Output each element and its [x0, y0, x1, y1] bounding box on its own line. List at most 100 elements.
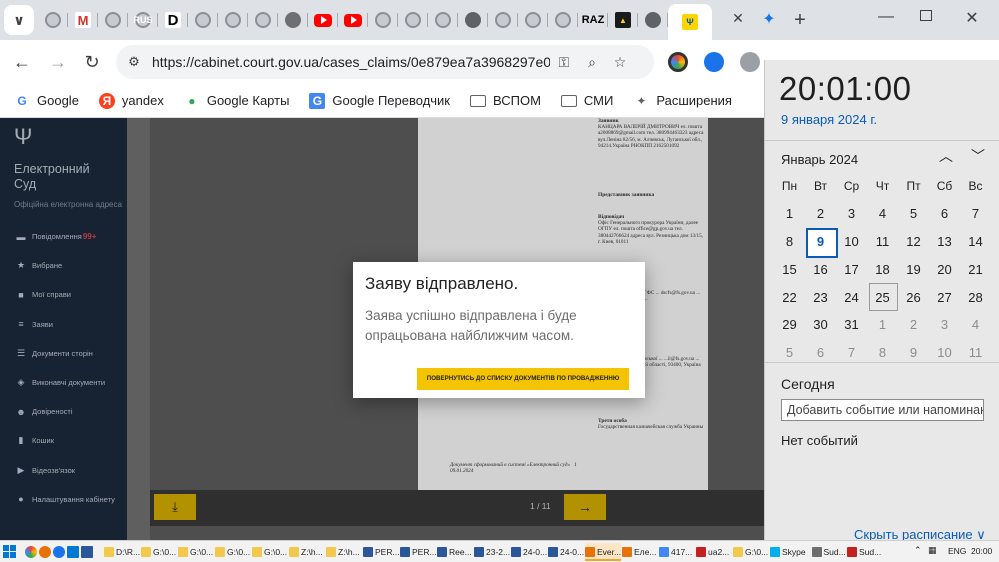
calendar-day[interactable]: 15: [774, 255, 805, 283]
browser-tab[interactable]: [398, 4, 428, 36]
firefox-icon[interactable]: [39, 546, 51, 558]
bookmark-item[interactable]: G Google: [14, 93, 79, 109]
minimize-icon[interactable]: —: [876, 8, 896, 26]
calendar-day[interactable]: 14: [960, 228, 991, 256]
browser-tab[interactable]: [488, 4, 518, 36]
zoom-icon[interactable]: ⌕: [578, 54, 606, 71]
clock-date[interactable]: 9 января 2024 г.: [781, 112, 877, 127]
calendar-day[interactable]: 10: [836, 228, 867, 256]
taskbar-app[interactable]: Ree...: [437, 543, 473, 561]
calendar-day[interactable]: 19: [898, 255, 929, 283]
bookmark-star-icon[interactable]: ☆: [606, 54, 634, 71]
add-event-input[interactable]: [781, 399, 984, 421]
site-settings-icon[interactable]: ⚙: [124, 54, 144, 70]
taskbar-app[interactable]: PER...: [400, 543, 436, 561]
taskbar-app[interactable]: 24-0...: [548, 543, 584, 561]
extension-icon[interactable]: [668, 52, 688, 72]
tab-search-chevron-icon[interactable]: ∨: [4, 5, 34, 35]
browser-tab[interactable]: [338, 4, 368, 36]
bookmark-item[interactable]: ✦ Расширения: [633, 93, 732, 109]
calendar-day[interactable]: 11: [867, 228, 898, 256]
browser-tab[interactable]: [278, 4, 308, 36]
windows-start-icon[interactable]: [3, 545, 17, 559]
calendar-day[interactable]: 28: [960, 283, 991, 311]
calendar-day[interactable]: 18: [867, 255, 898, 283]
calendar-day[interactable]: 17: [836, 255, 867, 283]
taskbar-app[interactable]: ua2...: [696, 543, 732, 561]
address-url[interactable]: https://cabinet.court.gov.ua/cases_claim…: [152, 54, 550, 70]
taskbar-app[interactable]: Z:\h...: [289, 543, 325, 561]
browser-tab[interactable]: [38, 4, 68, 36]
browser-tab[interactable]: ▲: [608, 4, 638, 36]
taskbar-app[interactable]: 417...: [659, 543, 695, 561]
bookmark-item[interactable]: G Google Переводчик: [309, 92, 450, 109]
calendar-day[interactable]: 12: [898, 228, 929, 256]
calendar-day[interactable]: 26: [898, 283, 929, 311]
return-to-documents-button[interactable]: ПОВЕРНУТИСЬ ДО СПИСКУ ДОКУМЕНТІВ ПО ПРОВ…: [417, 368, 629, 390]
calendar-day[interactable]: 3: [929, 311, 960, 339]
calendar-day[interactable]: 4: [867, 200, 898, 228]
taskbar-app[interactable]: Sud...: [811, 543, 846, 561]
chevron-up-icon[interactable]: ︿: [937, 146, 955, 166]
calendar-day[interactable]: 6: [929, 200, 960, 228]
taskbar-app[interactable]: G:\0...: [733, 543, 769, 561]
calendar-day[interactable]: 29: [774, 311, 805, 339]
calendar-day[interactable]: 31: [836, 311, 867, 339]
taskbar-app[interactable]: PER...: [363, 543, 399, 561]
calendar-day[interactable]: 8: [774, 228, 805, 256]
taskbar-app[interactable]: D:\R...: [104, 543, 140, 561]
calendar-day[interactable]: 24: [836, 283, 867, 311]
calendar-day[interactable]: 13: [929, 228, 960, 256]
calendar-day[interactable]: 21: [960, 255, 991, 283]
bookmark-item[interactable]: ● Google Карты: [184, 93, 289, 109]
browser-tab[interactable]: [308, 4, 338, 36]
bookmark-item[interactable]: СМИ: [560, 93, 613, 108]
calendar-day[interactable]: 30: [805, 311, 836, 339]
reload-icon[interactable]: ↻: [80, 50, 104, 74]
taskbar-clock[interactable]: 20:00: [971, 546, 992, 556]
back-arrow-icon[interactable]: ←: [10, 50, 34, 74]
taskbar-app[interactable]: Еле...: [622, 543, 658, 561]
browser-tab[interactable]: [428, 4, 458, 36]
puzzle-icon[interactable]: ✦: [760, 11, 778, 29]
forward-arrow-icon[interactable]: →: [46, 50, 70, 74]
shazam-extension-icon[interactable]: [704, 52, 724, 72]
taskbar-app[interactable]: Skype: [770, 543, 810, 561]
word-icon[interactable]: [81, 546, 93, 558]
chevron-down-icon[interactable]: ﹀: [969, 146, 987, 166]
browser-tab[interactable]: RUS: [128, 4, 158, 36]
taskbar-app[interactable]: 24-0...: [511, 543, 547, 561]
calendar-month[interactable]: Январь 2024: [781, 152, 858, 167]
ie-icon[interactable]: [53, 546, 65, 558]
taskbar-app[interactable]: G:\0...: [215, 543, 251, 561]
browser-tab[interactable]: [518, 4, 548, 36]
taskbar-app[interactable]: Ever...: [585, 543, 621, 561]
tray-chevron-up-icon[interactable]: ⌃: [914, 545, 922, 556]
calendar-day[interactable]: 22: [774, 283, 805, 311]
window-close-icon[interactable]: ✕: [962, 8, 982, 28]
browser-tab[interactable]: Ψ: [668, 4, 712, 40]
browser-tab[interactable]: [458, 4, 488, 36]
browser-tab[interactable]: [248, 4, 278, 36]
calendar-day[interactable]: 1: [867, 311, 898, 339]
taskbar-app[interactable]: G:\0...: [178, 543, 214, 561]
calendar-day[interactable]: 23: [805, 283, 836, 311]
new-tab-button[interactable]: +: [788, 6, 812, 34]
bookmark-item[interactable]: Яyandex: [98, 92, 164, 109]
browser-tab[interactable]: M: [68, 4, 98, 36]
calendar-day[interactable]: 2: [898, 311, 929, 339]
browser-tab[interactable]: [188, 4, 218, 36]
calendar-day[interactable]: 1: [774, 200, 805, 228]
chrome-icon[interactable]: [25, 546, 37, 558]
input-language[interactable]: ENG: [948, 546, 966, 556]
address-bar[interactable]: ⚙ https://cabinet.court.gov.ua/cases_cla…: [116, 45, 654, 79]
bookmark-item[interactable]: ВСПОМ: [470, 93, 541, 108]
network-icon[interactable]: ▦: [928, 545, 937, 556]
globe-extension-icon[interactable]: [740, 52, 760, 72]
calendar-day-today[interactable]: 9: [805, 227, 838, 258]
taskbar-app[interactable]: Sud...: [847, 543, 881, 561]
calendar-day[interactable]: 16: [805, 255, 836, 283]
calendar-day[interactable]: 20: [929, 255, 960, 283]
browser-tab[interactable]: RAZ: [578, 4, 608, 36]
calendar-day[interactable]: 2: [805, 200, 836, 228]
